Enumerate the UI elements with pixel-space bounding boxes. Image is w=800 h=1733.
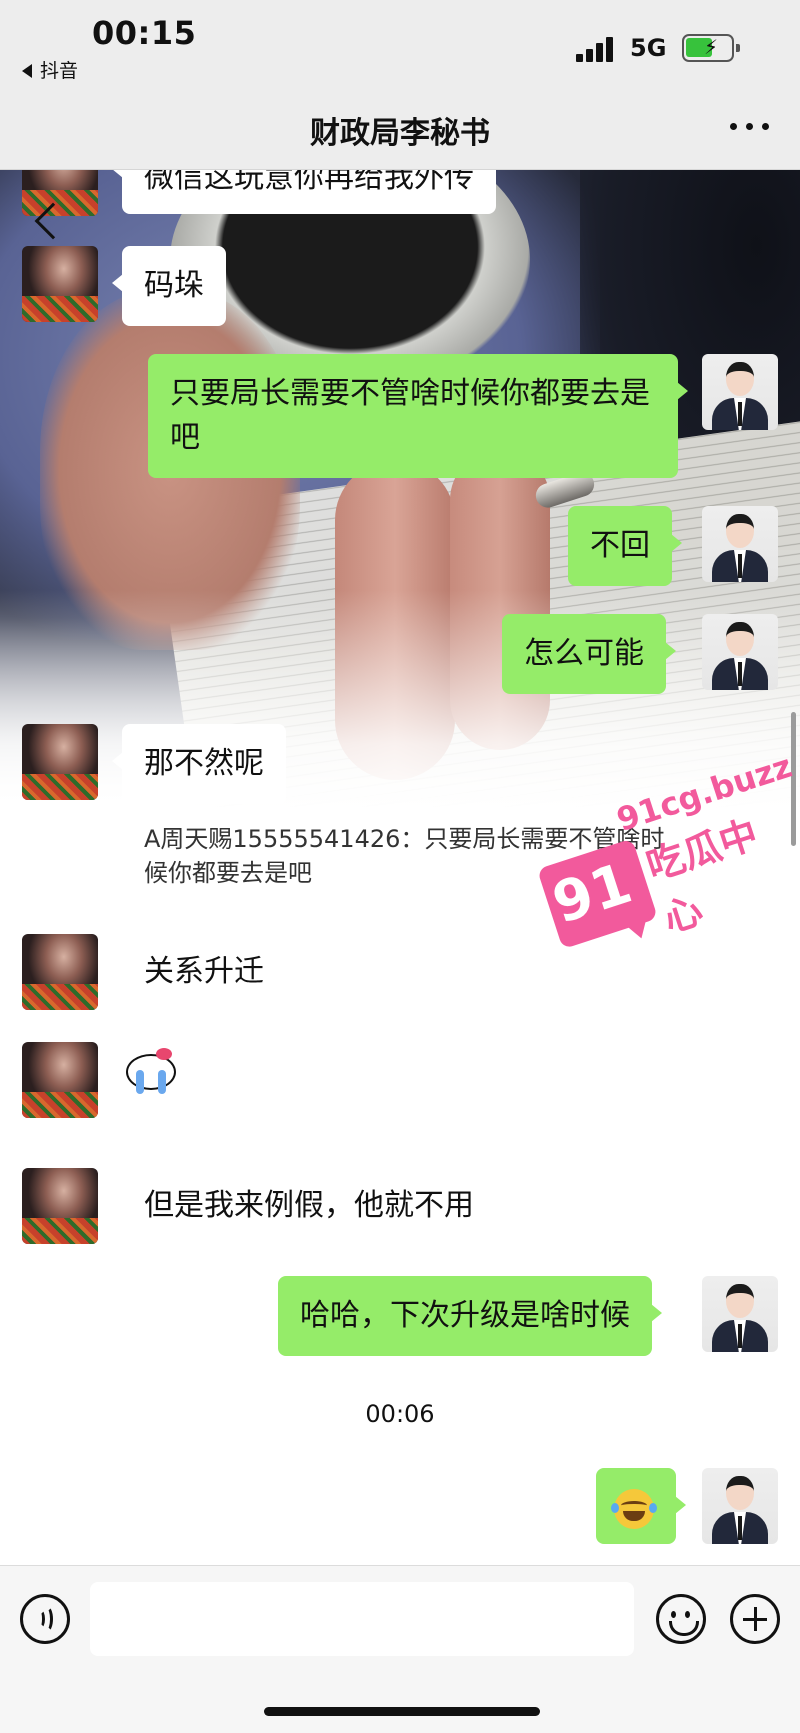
hello-kitty-sticker-icon[interactable] xyxy=(122,1048,180,1098)
more-options-icon[interactable] xyxy=(730,116,770,136)
message-input[interactable] xyxy=(90,1582,634,1656)
message-bubble-self[interactable]: 哈哈，下次升级是啥时候 xyxy=(278,1276,662,1356)
more-functions-plus-icon[interactable] xyxy=(730,1594,780,1644)
signal-icon xyxy=(576,36,618,62)
contact-avatar[interactable] xyxy=(22,934,98,1010)
home-indicator[interactable] xyxy=(264,1707,540,1716)
top-bar: 00:15 抖音 5G ⚡ 财政局李秘书 xyxy=(0,0,800,240)
network-type: 5G xyxy=(630,34,667,62)
self-avatar[interactable] xyxy=(702,354,778,430)
self-avatar[interactable] xyxy=(702,614,778,690)
contact-avatar[interactable] xyxy=(22,246,98,322)
message-bubble[interactable]: 码垛 xyxy=(112,246,226,326)
message-bubble-self[interactable] xyxy=(596,1468,686,1544)
input-bar xyxy=(0,1565,800,1733)
voice-input-icon[interactable] xyxy=(20,1594,70,1644)
battery-icon: ⚡ xyxy=(682,34,740,62)
timestamp: 00:06 xyxy=(365,1400,435,1428)
laughing-tears-emoji-icon xyxy=(611,1488,657,1529)
self-avatar[interactable] xyxy=(702,1276,778,1352)
chat-title: 财政局李秘书 xyxy=(310,116,490,151)
message-text[interactable]: 但是我来例假，他就不用 xyxy=(144,1184,474,1228)
message-bubble-self[interactable]: 怎么可能 xyxy=(502,614,676,694)
contact-avatar[interactable] xyxy=(22,1168,98,1244)
back-app-label: 抖音 xyxy=(40,60,79,82)
contact-avatar[interactable] xyxy=(22,724,98,800)
chat-background-image xyxy=(0,170,800,810)
message-bubble-self[interactable]: 只要局长需要不管啥时候你都要去是吧 xyxy=(148,354,688,478)
back-arrow-small-icon xyxy=(22,64,32,78)
contact-avatar[interactable] xyxy=(22,1042,98,1118)
message-text[interactable]: 关系升迁 xyxy=(144,950,264,994)
message-bubble[interactable]: 那不然呢 xyxy=(112,724,286,804)
self-avatar[interactable] xyxy=(702,1468,778,1544)
status-time: 00:15 xyxy=(92,14,197,52)
back-to-app-link[interactable]: 抖音 xyxy=(22,56,78,83)
self-avatar[interactable] xyxy=(702,506,778,582)
emoji-button-icon[interactable] xyxy=(656,1594,706,1644)
message-bubble-self[interactable]: 不回 xyxy=(568,506,682,586)
